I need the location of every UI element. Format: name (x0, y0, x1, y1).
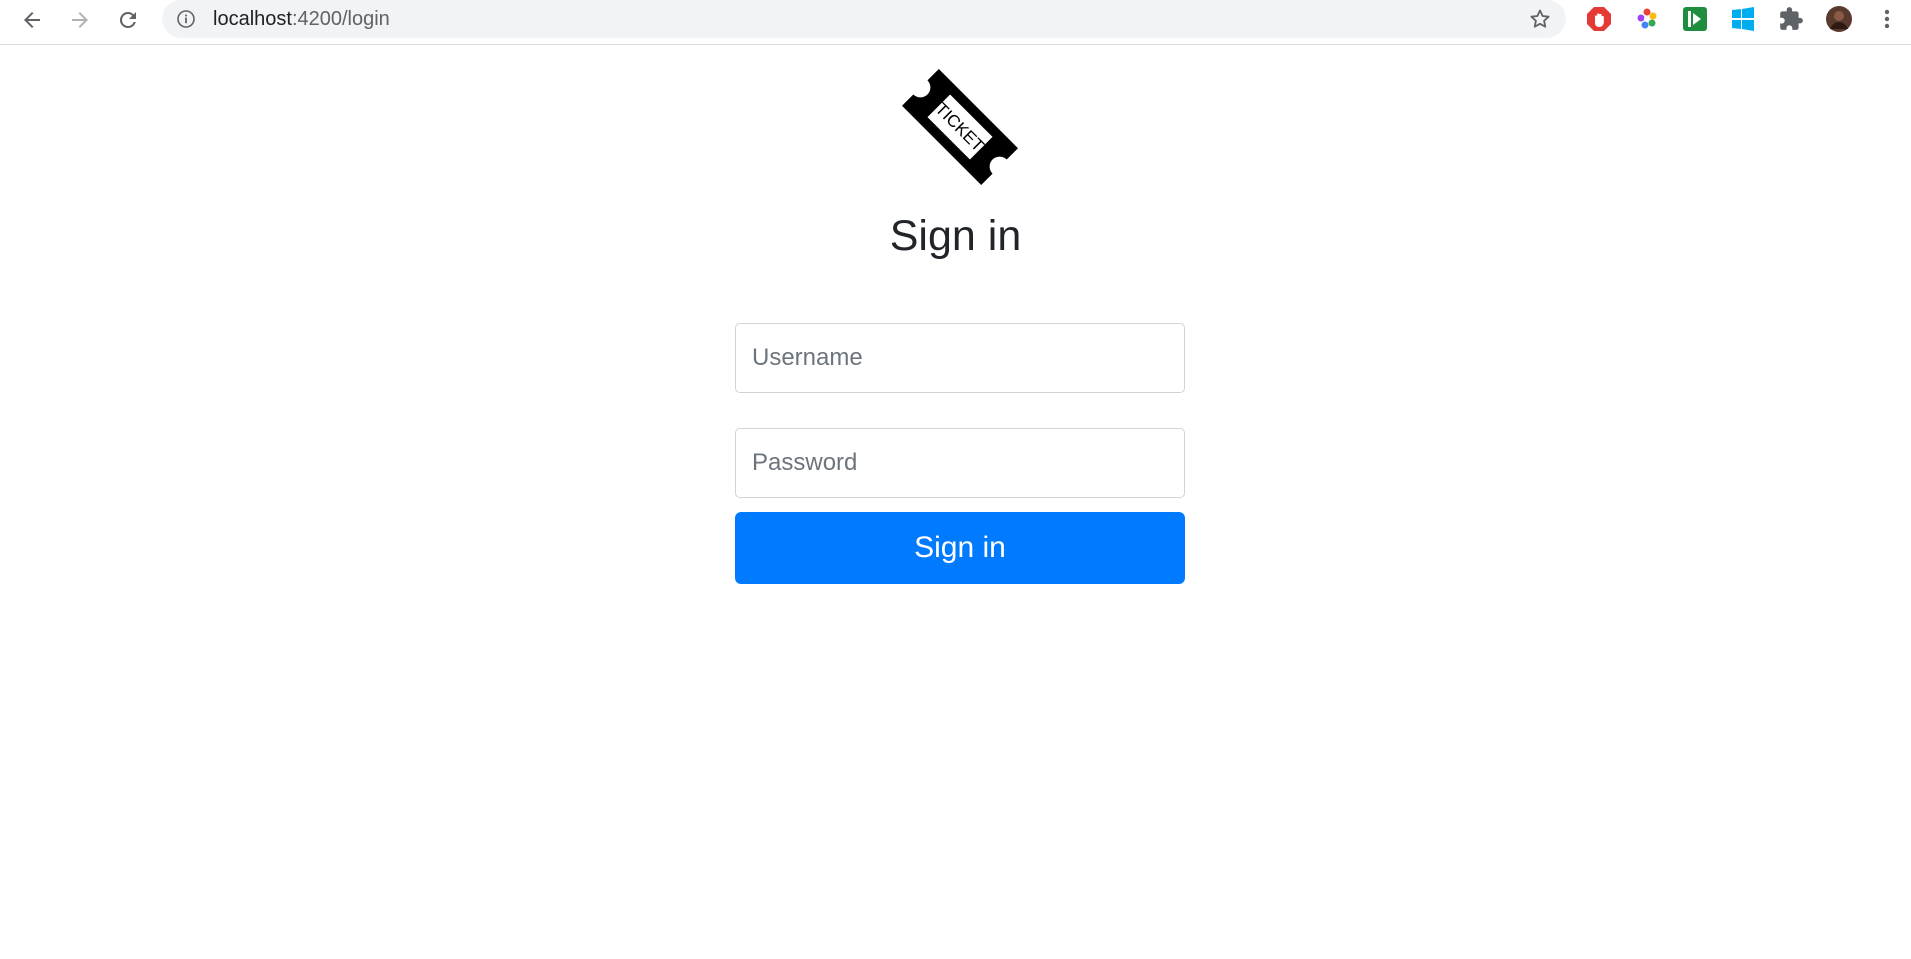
star-icon[interactable] (1528, 7, 1552, 31)
username-input[interactable] (735, 323, 1185, 393)
url-text[interactable]: localhost:4200/login (213, 8, 390, 30)
password-input[interactable] (735, 428, 1185, 498)
green-play-icon (1683, 7, 1707, 31)
arrow-right-icon (72, 12, 88, 28)
arrow-left-icon (24, 12, 40, 28)
puzzle-icon (1780, 7, 1803, 30)
extensions-button[interactable] (1777, 5, 1805, 33)
address-bar[interactable]: localhost:4200/login (162, 0, 1566, 38)
reload-button[interactable] (110, 2, 146, 38)
ticket-logo-icon: TICKET (902, 69, 1018, 185)
windows-icon (1732, 7, 1754, 31)
url-host: localhost (213, 8, 292, 30)
browser-toolbar: localhost:4200/login (0, 0, 1911, 45)
adblock-icon (1587, 7, 1611, 31)
adblock-extension[interactable] (1585, 5, 1613, 33)
colorful-pinwheel-icon (1637, 8, 1657, 29)
profile-avatar (1826, 6, 1852, 32)
windows-extension[interactable] (1729, 5, 1757, 33)
pinwheel-extension[interactable] (1633, 5, 1661, 33)
more-vertical-icon (1884, 9, 1890, 29)
url-path: :4200/login (291, 8, 390, 30)
back-button[interactable] (14, 2, 50, 38)
info-icon[interactable] (176, 9, 196, 29)
green-extension[interactable] (1681, 5, 1709, 33)
reload-icon (119, 11, 136, 28)
forward-button[interactable] (62, 2, 98, 38)
profile-button[interactable] (1825, 5, 1853, 33)
browser-menu-button[interactable] (1873, 5, 1901, 33)
sign-in-button[interactable]: Sign in (735, 512, 1185, 584)
page-title: Sign in (889, 212, 1022, 260)
